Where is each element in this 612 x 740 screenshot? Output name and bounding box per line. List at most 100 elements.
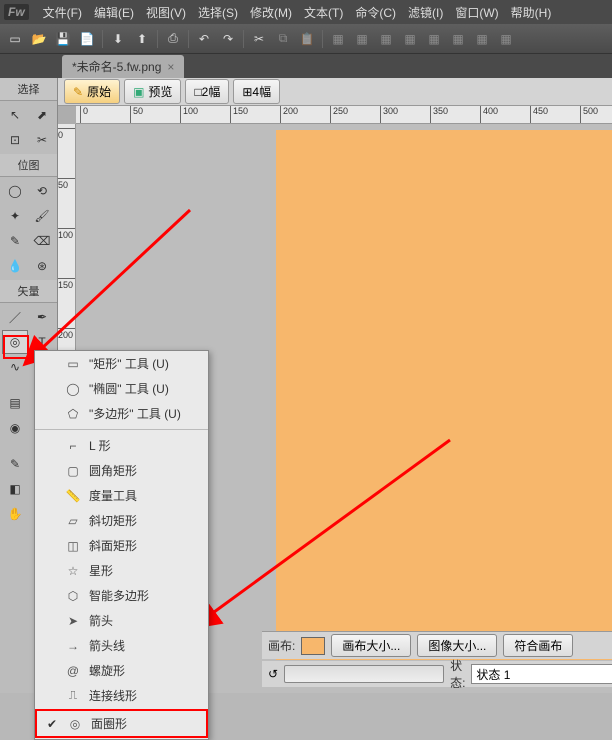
state-bar: ↺ 状态: 状态 1 ▾ [262,661,612,687]
new-icon[interactable]: ▭ [4,28,26,50]
flyout-star[interactable]: ☆星形 [35,558,208,583]
close-icon[interactable]: × [167,60,174,74]
group8-icon[interactable]: ▦ [495,28,517,50]
menu-text[interactable]: 文本(T) [298,4,349,21]
arrowline-icon: → [65,638,81,654]
properties-bar: 画布: 画布大小... 图像大小... 符合画布 [262,631,612,659]
undo-icon[interactable]: ↶ [193,28,215,50]
group7-icon[interactable]: ▦ [471,28,493,50]
line-tool-icon[interactable]: ／ [2,305,28,329]
menu-filter[interactable]: 滤镜(I) [402,4,449,21]
canvas[interactable] [276,130,612,660]
group2-icon[interactable]: ▦ [351,28,373,50]
view-2up-button[interactable]: □2幅 [185,79,229,104]
menu-file[interactable]: 文件(F) [37,4,88,21]
group4-icon[interactable]: ▦ [399,28,421,50]
group6-icon[interactable]: ▦ [447,28,469,50]
lshape-icon: ⌐ [65,438,81,454]
state-dropdown[interactable]: 状态 1 ▾ [471,664,612,684]
marquee-tool-icon[interactable]: ◯ [2,179,28,203]
canvas-label: 画布: [268,637,295,654]
vector-section-label: 矢量 [0,280,57,303]
redo-icon[interactable]: ↷ [217,28,239,50]
print-icon[interactable]: ⎙ [162,28,184,50]
flyout-donut[interactable]: ✔◎面圈形 [35,709,208,738]
polygon-icon: ⬠ [65,406,81,422]
gradient-tool-icon[interactable]: ◧ [2,477,28,501]
export-icon[interactable]: ⬆ [131,28,153,50]
flyout-skewface[interactable]: ◫斜面矩形 [35,533,208,558]
ellipse-icon: ◯ [65,381,81,397]
image-size-button[interactable]: 图像大小... [417,634,497,657]
connector-icon: ⎍ [65,688,81,704]
copy-icon[interactable]: ⧉ [272,28,294,50]
roundrect-icon: ▢ [65,463,81,479]
flyout-arrow[interactable]: ➤箭头 [35,608,208,633]
flyout-smartpoly[interactable]: ⬡智能多边形 [35,583,208,608]
view-preview-button[interactable]: ▣预览 [124,79,181,104]
view-4up-button[interactable]: ⊞4幅 [233,79,280,104]
subselect-tool-icon[interactable]: ⬈ [29,103,55,127]
hotspot-tool-icon[interactable]: ◉ [2,416,28,440]
open-icon[interactable]: 📂 [28,28,50,50]
cut-icon[interactable]: ✂ [248,28,270,50]
flyout-rect[interactable]: ▭"矩形" 工具 (U) [35,351,208,376]
menu-modify[interactable]: 修改(M) [244,4,298,21]
canvas-size-button[interactable]: 画布大小... [331,634,411,657]
import-icon[interactable]: ⬇ [107,28,129,50]
blur-tool-icon[interactable]: 💧 [2,254,28,278]
donut-icon: ◎ [67,716,83,732]
group3-icon[interactable]: ▦ [375,28,397,50]
flyout-roundrect[interactable]: ▢圆角矩形 [35,458,208,483]
eyedrop-tool-icon[interactable]: ✎ [2,452,28,476]
eraser-tool-icon[interactable]: ⌫ [29,229,55,253]
pencil-tool-icon[interactable]: ✎ [2,229,28,253]
pen-tool-icon[interactable]: ✒ [29,305,55,329]
save-icon[interactable]: 💾 [52,28,74,50]
doc-tab[interactable]: *未命名-5.fw.png × [62,55,184,78]
flyout-skewrect[interactable]: ▱斜切矩形 [35,508,208,533]
flyout-connector[interactable]: ⎍连接线形 [35,683,208,708]
doc-tab-title: *未命名-5.fw.png [72,58,161,75]
scale-tool-icon[interactable]: ⊡ [2,128,28,152]
lasso-tool-icon[interactable]: ⟲ [29,179,55,203]
wand-tool-icon[interactable]: ✦ [2,204,28,228]
skewface-icon: ◫ [65,538,81,554]
annotation-highlight-tool [3,335,29,359]
menu-command[interactable]: 命令(C) [349,4,402,21]
history-slider[interactable] [284,665,444,683]
flyout-spiral[interactable]: @螺旋形 [35,658,208,683]
group1-icon[interactable]: ▦ [327,28,349,50]
history-icon[interactable]: ↺ [268,667,278,681]
web-tool1-icon[interactable]: ▤ [2,391,28,415]
smartpoly-icon: ⬡ [65,588,81,604]
brush-tool-icon[interactable]: 🖌 [29,204,55,228]
main-toolbar: ▭ 📂 💾 📄 ⬇ ⬆ ⎙ ↶ ↷ ✂ ⧉ 📋 ▦ ▦ ▦ ▦ ▦ ▦ ▦ ▦ [0,24,612,54]
rect-icon: ▭ [65,356,81,372]
hand-tool-icon[interactable]: ✋ [2,502,28,526]
ruler-horizontal: 0 50 100 150 200 250 300 350 400 450 500 [76,106,612,124]
fit-canvas-button[interactable]: 符合画布 [503,634,573,657]
bitmap-section-label: 位图 [0,154,57,177]
menu-window[interactable]: 窗口(W) [449,4,504,21]
saveas-icon[interactable]: 📄 [76,28,98,50]
menu-edit[interactable]: 编辑(E) [88,4,140,21]
view-mode-bar: ✎原始 ▣预览 □2幅 ⊞4幅 [58,78,612,106]
canvas-color-swatch[interactable] [301,637,325,655]
flyout-arrowline[interactable]: →箭头线 [35,633,208,658]
flyout-ellipse[interactable]: ◯"椭圆" 工具 (U) [35,376,208,401]
menu-view[interactable]: 视图(V) [140,4,192,21]
flyout-measure[interactable]: 📏度量工具 [35,483,208,508]
flyout-polygon[interactable]: ⬠"多边形" 工具 (U) [35,401,208,426]
pointer-tool-icon[interactable]: ↖ [2,103,28,127]
view-original-button[interactable]: ✎原始 [64,79,120,104]
stamp-tool-icon[interactable]: ⊛ [29,254,55,278]
menu-help[interactable]: 帮助(H) [505,4,558,21]
flyout-lshape[interactable]: ⌐L 形 [35,433,208,458]
paste-icon[interactable]: 📋 [296,28,318,50]
spiral-icon: @ [65,663,81,679]
group5-icon[interactable]: ▦ [423,28,445,50]
doc-tab-bar: *未命名-5.fw.png × [0,54,612,78]
crop-tool-icon[interactable]: ✂ [29,128,55,152]
menu-select[interactable]: 选择(S) [192,4,244,21]
